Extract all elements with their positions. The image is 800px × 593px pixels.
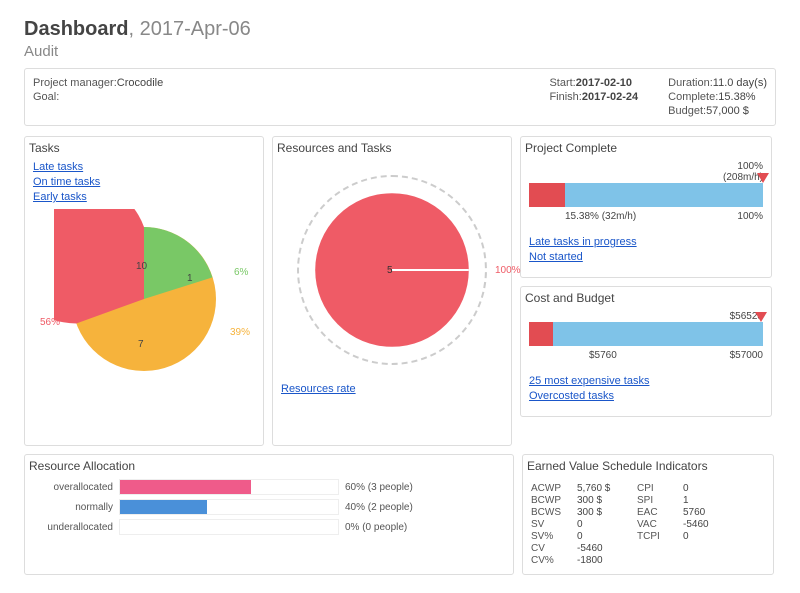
cb-title: Cost and Budget bbox=[525, 291, 767, 305]
pm-value: Crocodile bbox=[117, 77, 163, 89]
cb-bar bbox=[529, 322, 763, 346]
pie-label-early-n: 1 bbox=[187, 273, 193, 284]
budget-value: 57,000 $ bbox=[706, 105, 749, 117]
cb-below-right: $57000 bbox=[730, 350, 763, 361]
link-ontime-tasks[interactable]: On time tasks bbox=[33, 176, 255, 188]
complete-label: Complete: bbox=[668, 91, 718, 103]
tasks-pie: 10 7 1 56% 39% 6% bbox=[54, 209, 234, 389]
pie-label-late-pct: 56% bbox=[40, 317, 60, 328]
duration-label: Duration: bbox=[668, 77, 713, 89]
ra-row-normal: normally 40% (2 people) bbox=[33, 499, 505, 515]
start-label: Start: bbox=[549, 77, 575, 89]
cb-below-left: $5760 bbox=[589, 350, 617, 361]
pie-label-ontime-pct: 39% bbox=[230, 327, 250, 338]
page-title: Dashboard, 2017-Apr-06 bbox=[24, 18, 776, 41]
finish-value: 2017-02-24 bbox=[582, 91, 638, 103]
link-expensive-tasks[interactable]: 25 most expensive tasks bbox=[529, 375, 763, 387]
title-text: Dashboard bbox=[24, 18, 128, 40]
link-late-tasks[interactable]: Late tasks bbox=[33, 161, 255, 173]
link-not-started[interactable]: Not started bbox=[529, 251, 763, 263]
evm-title: Earned Value Schedule Indicators bbox=[527, 459, 769, 473]
duration-value: 11.0 day(s) bbox=[713, 77, 767, 89]
pc-below-left: 15.38% (32m/h) bbox=[565, 211, 636, 222]
cost-budget-panel: Cost and Budget $56528 $5760 $57000 25 m… bbox=[520, 286, 772, 417]
pc-top-b: (208m/h) bbox=[529, 172, 763, 183]
ra-row-under: underallocated 0% (0 people) bbox=[33, 519, 505, 535]
tasks-title: Tasks bbox=[29, 141, 259, 155]
ra-row-over: overallocated 60% (3 people) bbox=[33, 479, 505, 495]
link-early-tasks[interactable]: Early tasks bbox=[33, 191, 255, 203]
link-late-in-progress[interactable]: Late tasks in progress bbox=[529, 236, 763, 248]
pc-title: Project Complete bbox=[525, 141, 767, 155]
budget-label: Budget: bbox=[668, 105, 706, 117]
pc-top-a: 100% bbox=[529, 161, 763, 172]
pc-bar bbox=[529, 183, 763, 207]
finish-label: Finish: bbox=[549, 91, 581, 103]
link-resources-rate[interactable]: Resources rate bbox=[281, 383, 356, 395]
resources-title: Resources and Tasks bbox=[277, 141, 507, 155]
pie-label-late-n: 10 bbox=[136, 261, 147, 272]
pm-label: Project manager: bbox=[33, 77, 117, 89]
title-date: , 2017-Apr-06 bbox=[128, 18, 250, 40]
goal-label: Goal: bbox=[33, 91, 59, 103]
cb-top: $56528 bbox=[529, 311, 763, 322]
project-meta-panel: Project manager:Crocodile Goal: Start:20… bbox=[24, 68, 776, 126]
resources-panel: Resources and Tasks 5 100% Resources rat… bbox=[272, 136, 512, 446]
complete-value: 15.38% bbox=[718, 91, 755, 103]
project-complete-panel: Project Complete 100% (208m/h) 15.38% (3… bbox=[520, 136, 772, 278]
pc-below-right: 100% bbox=[737, 211, 763, 222]
pie-label-ontime-n: 7 bbox=[138, 339, 144, 350]
ra-title: Resource Allocation bbox=[29, 459, 509, 473]
pie-label-early-pct: 6% bbox=[234, 267, 248, 278]
link-overcosted[interactable]: Overcosted tasks bbox=[529, 390, 763, 402]
res-pie-pct: 100% bbox=[495, 265, 521, 276]
resources-pie: 5 100% bbox=[297, 175, 487, 365]
tasks-panel: Tasks Late tasks On time tasks Early tas… bbox=[24, 136, 264, 446]
res-pie-center: 5 bbox=[387, 265, 393, 276]
evm-table: ACWP5,760 $CPI0 BCWP300 $SPI1 BCWS300 $E… bbox=[531, 479, 765, 566]
page-subtitle: Audit bbox=[24, 43, 776, 60]
start-value: 2017-02-10 bbox=[576, 77, 632, 89]
